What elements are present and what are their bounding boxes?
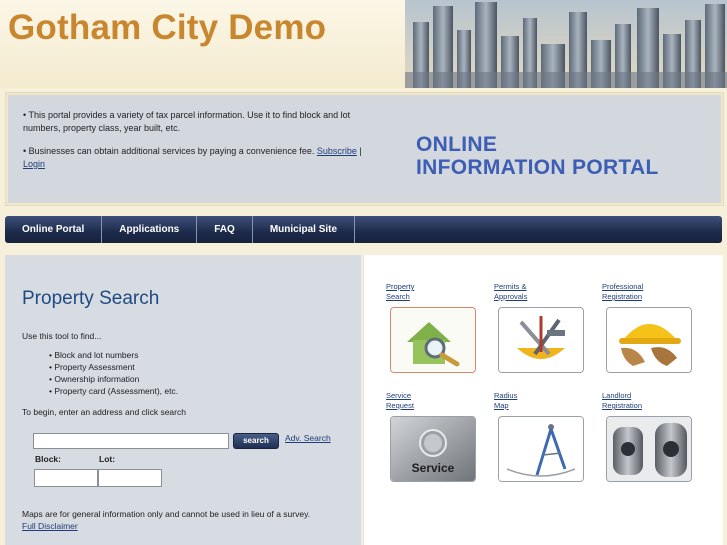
info-panel: • This portal provides a variety of tax … xyxy=(5,92,724,206)
advanced-search-link[interactable]: Adv. Search xyxy=(285,433,331,443)
info-bullet-business-text: • Businesses can obtain additional servi… xyxy=(23,146,317,156)
tile-label-service-request[interactable]: Service Request xyxy=(386,391,414,411)
tile-label-line: Approvals xyxy=(494,292,528,301)
info-bullet-parcel: • This portal provides a variety of tax … xyxy=(23,110,351,133)
tile-property-search[interactable] xyxy=(390,307,476,373)
nav-municipal-site[interactable]: Municipal Site xyxy=(253,216,356,243)
main-nav: Online Portal Applications FAQ Municipal… xyxy=(5,216,722,243)
link-separator: | xyxy=(356,146,362,156)
block-input[interactable] xyxy=(34,469,98,487)
tile-label-permits[interactable]: Permits & Approvals xyxy=(494,282,527,302)
list-item: Property card (Assessment), etc. xyxy=(49,385,178,397)
tile-label-line: Map xyxy=(494,401,509,410)
tile-label-line: Request xyxy=(386,401,414,410)
subscribe-link[interactable]: Subscribe xyxy=(317,146,357,156)
tile-label-radius-map[interactable]: Radius Map xyxy=(494,391,517,411)
property-search-panel: Property Search Use this tool to find...… xyxy=(5,255,361,545)
site-title: Gotham City Demo xyxy=(8,8,327,47)
nav-applications[interactable]: Applications xyxy=(102,216,198,243)
tile-label-line: Property xyxy=(386,282,415,291)
search-instructions: To begin, enter an address and click sea… xyxy=(22,407,186,417)
tools-helmet-icon xyxy=(499,308,583,372)
tile-label-line: Registration xyxy=(602,292,643,301)
property-search-intro: Use this tool to find... xyxy=(22,331,102,341)
tile-professional[interactable] xyxy=(606,307,692,373)
portal-title-line1: ONLINE xyxy=(416,133,498,156)
lot-label: Lot: xyxy=(99,454,116,464)
full-disclaimer-link[interactable]: Full Disclaimer xyxy=(22,521,78,531)
list-item: Ownership information xyxy=(49,373,178,385)
tile-label-line: Radius xyxy=(494,391,518,400)
tile-label-professional[interactable]: Professional Registration xyxy=(602,282,643,302)
service-tile-text: Service xyxy=(412,461,455,475)
search-button[interactable]: search xyxy=(233,433,279,449)
tile-label-line: Permits & xyxy=(494,282,527,291)
login-link[interactable]: Login xyxy=(23,159,45,169)
tile-permits[interactable] xyxy=(498,307,584,373)
security-camera-icon xyxy=(607,417,691,481)
list-item: Block and lot numbers xyxy=(49,349,178,361)
portal-title-line2: INFORMATION PORTAL xyxy=(416,156,659,179)
tile-label-line: Landlord xyxy=(602,391,632,400)
property-search-list: Block and lot numbers Property Assessmen… xyxy=(49,349,178,397)
house-magnifier-icon xyxy=(391,308,475,372)
applications-panel: Property Search Permits & Approvals Profes… xyxy=(363,255,723,545)
service-button-icon: Service xyxy=(391,417,475,481)
nav-faq[interactable]: FAQ xyxy=(197,216,253,243)
tile-label-line: Service xyxy=(386,391,412,400)
tile-label-property-search[interactable]: Property Search xyxy=(386,282,414,302)
hardhat-gloves-icon xyxy=(607,308,691,372)
tile-service-request[interactable]: Service xyxy=(390,416,476,482)
city-skyline-image xyxy=(405,0,727,88)
list-item: Property Assessment xyxy=(49,361,178,373)
header: Gotham City Demo xyxy=(0,0,727,88)
tile-radius-map[interactable] xyxy=(498,416,584,482)
disclaimer-text: Maps are for general information only an… xyxy=(22,509,311,519)
tile-label-line: Registration xyxy=(602,401,643,410)
compass-icon xyxy=(499,417,583,481)
block-label: Block: xyxy=(35,454,61,464)
tile-label-landlord[interactable]: Landlord Registration xyxy=(602,391,642,411)
info-bullet-business: • Businesses can obtain additional servi… xyxy=(23,145,373,171)
tile-label-line: Search xyxy=(386,292,410,301)
lot-input[interactable] xyxy=(98,469,162,487)
address-search-input[interactable] xyxy=(33,433,229,449)
property-search-title: Property Search xyxy=(22,288,160,309)
nav-online-portal[interactable]: Online Portal xyxy=(5,216,103,243)
tile-label-line: Professional xyxy=(602,282,644,291)
tile-landlord[interactable] xyxy=(606,416,692,482)
